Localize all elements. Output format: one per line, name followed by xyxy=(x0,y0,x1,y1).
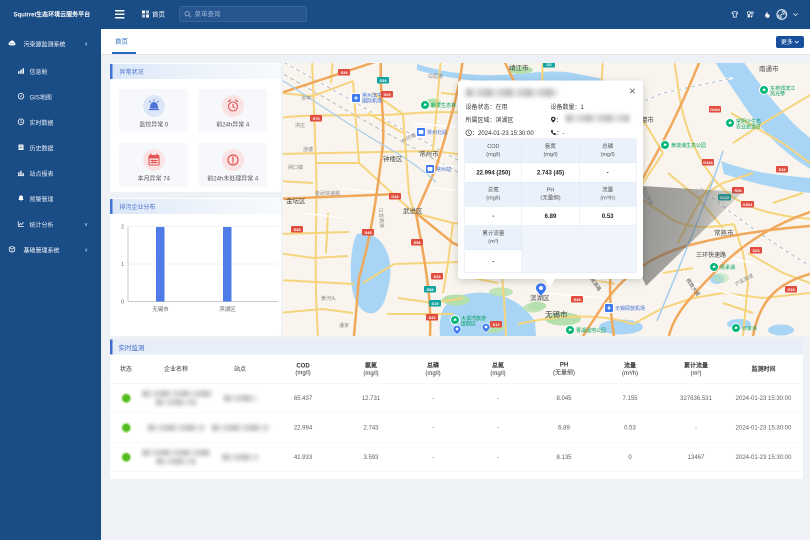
svg-text:黄潋浦生态公园: 黄潋浦生态公园 xyxy=(671,142,706,149)
svg-text:G42: G42 xyxy=(391,194,399,199)
svg-text:G15: G15 xyxy=(787,287,795,292)
svg-text:S75: S75 xyxy=(312,116,320,121)
svg-text:S48: S48 xyxy=(364,230,372,235)
svg-text:2: 2 xyxy=(121,225,124,231)
svg-text:黄河头: 黄河头 xyxy=(321,295,336,302)
svg-text:金坛区: 金坛区 xyxy=(286,196,306,205)
svg-text:风光带: 风光带 xyxy=(770,91,785,98)
svg-text:常州滨牛: 常州滨牛 xyxy=(362,92,382,99)
svg-text:南通市: 南通市 xyxy=(759,64,779,73)
svg-text:常州北站: 常州北站 xyxy=(427,129,447,136)
svg-text:S38: S38 xyxy=(293,227,301,232)
svg-text:S23: S23 xyxy=(752,248,760,253)
svg-text:昆承湖: 昆承湖 xyxy=(720,264,735,271)
svg-text:S48: S48 xyxy=(573,297,581,302)
svg-text:常阴沙生态: 常阴沙生态 xyxy=(736,118,761,125)
svg-text:S19: S19 xyxy=(433,274,441,279)
svg-text:东苑郊滨江: 东苑郊滨江 xyxy=(770,85,795,92)
svg-text:滨湖区: 滨湖区 xyxy=(219,305,236,313)
svg-text:大溪湾旅游: 大溪湾旅游 xyxy=(461,315,486,322)
svg-text:S19: S19 xyxy=(431,301,439,306)
svg-text:国际机场: 国际机场 xyxy=(362,98,382,105)
svg-text:S39: S39 xyxy=(340,70,348,75)
svg-text:洪甲: 洪甲 xyxy=(301,95,311,102)
svg-text:连塘: 连塘 xyxy=(303,146,313,153)
svg-text:常州市: 常州市 xyxy=(419,149,439,158)
svg-text:洪庄: 洪庄 xyxy=(295,122,305,129)
svg-text:0: 0 xyxy=(121,300,124,306)
svg-text:S58: S58 xyxy=(413,240,421,245)
svg-text:S29: S29 xyxy=(383,92,391,97)
svg-text:沪宜高速: 沪宜高速 xyxy=(734,272,755,288)
svg-text:潘家: 潘家 xyxy=(339,322,349,329)
svg-text:G204: G204 xyxy=(710,107,721,112)
svg-text:钟楼区: 钟楼区 xyxy=(383,154,403,163)
svg-text:G346: G346 xyxy=(703,160,714,165)
svg-text:S19: S19 xyxy=(778,167,786,172)
svg-text:新龙生态林: 新龙生态林 xyxy=(431,102,456,109)
svg-text:武进区: 武进区 xyxy=(403,206,423,215)
svg-text:白屈港: 白屈港 xyxy=(428,73,443,80)
svg-text:S58: S58 xyxy=(426,287,434,292)
svg-text:S39: S39 xyxy=(379,78,387,83)
svg-text:港市: 港市 xyxy=(641,115,655,124)
svg-text:曹湖湿地公园: 曹湖湿地公园 xyxy=(576,327,606,334)
svg-text:无锡市: 无锡市 xyxy=(545,309,568,319)
svg-text:三环快速路: 三环快速路 xyxy=(696,251,726,259)
svg-text:无锡市: 无锡市 xyxy=(152,305,169,313)
svg-text:九里河条河: 九里河条河 xyxy=(348,63,373,64)
svg-text:沙家浜: 沙家浜 xyxy=(742,325,757,332)
svg-text:无锡硕放机场: 无锡硕放机场 xyxy=(615,305,645,312)
svg-text:靖江市: 靖江市 xyxy=(509,63,529,72)
svg-text:度假区: 度假区 xyxy=(461,321,476,328)
svg-text:G524: G524 xyxy=(743,202,754,207)
svg-text:S12: S12 xyxy=(492,322,500,327)
svg-text:农业旅游区: 农业旅游区 xyxy=(736,124,761,131)
svg-text:S32: S32 xyxy=(428,315,436,320)
svg-text:江宜高速: 江宜高速 xyxy=(377,208,385,228)
svg-text:1: 1 xyxy=(121,262,124,268)
svg-text:G2: G2 xyxy=(546,63,552,67)
svg-text:常州站: 常州站 xyxy=(436,166,451,173)
svg-text:金武快速路: 金武快速路 xyxy=(315,190,340,197)
svg-text:常熟市: 常熟市 xyxy=(714,228,734,237)
svg-text:闸口镇: 闸口镇 xyxy=(288,164,303,171)
